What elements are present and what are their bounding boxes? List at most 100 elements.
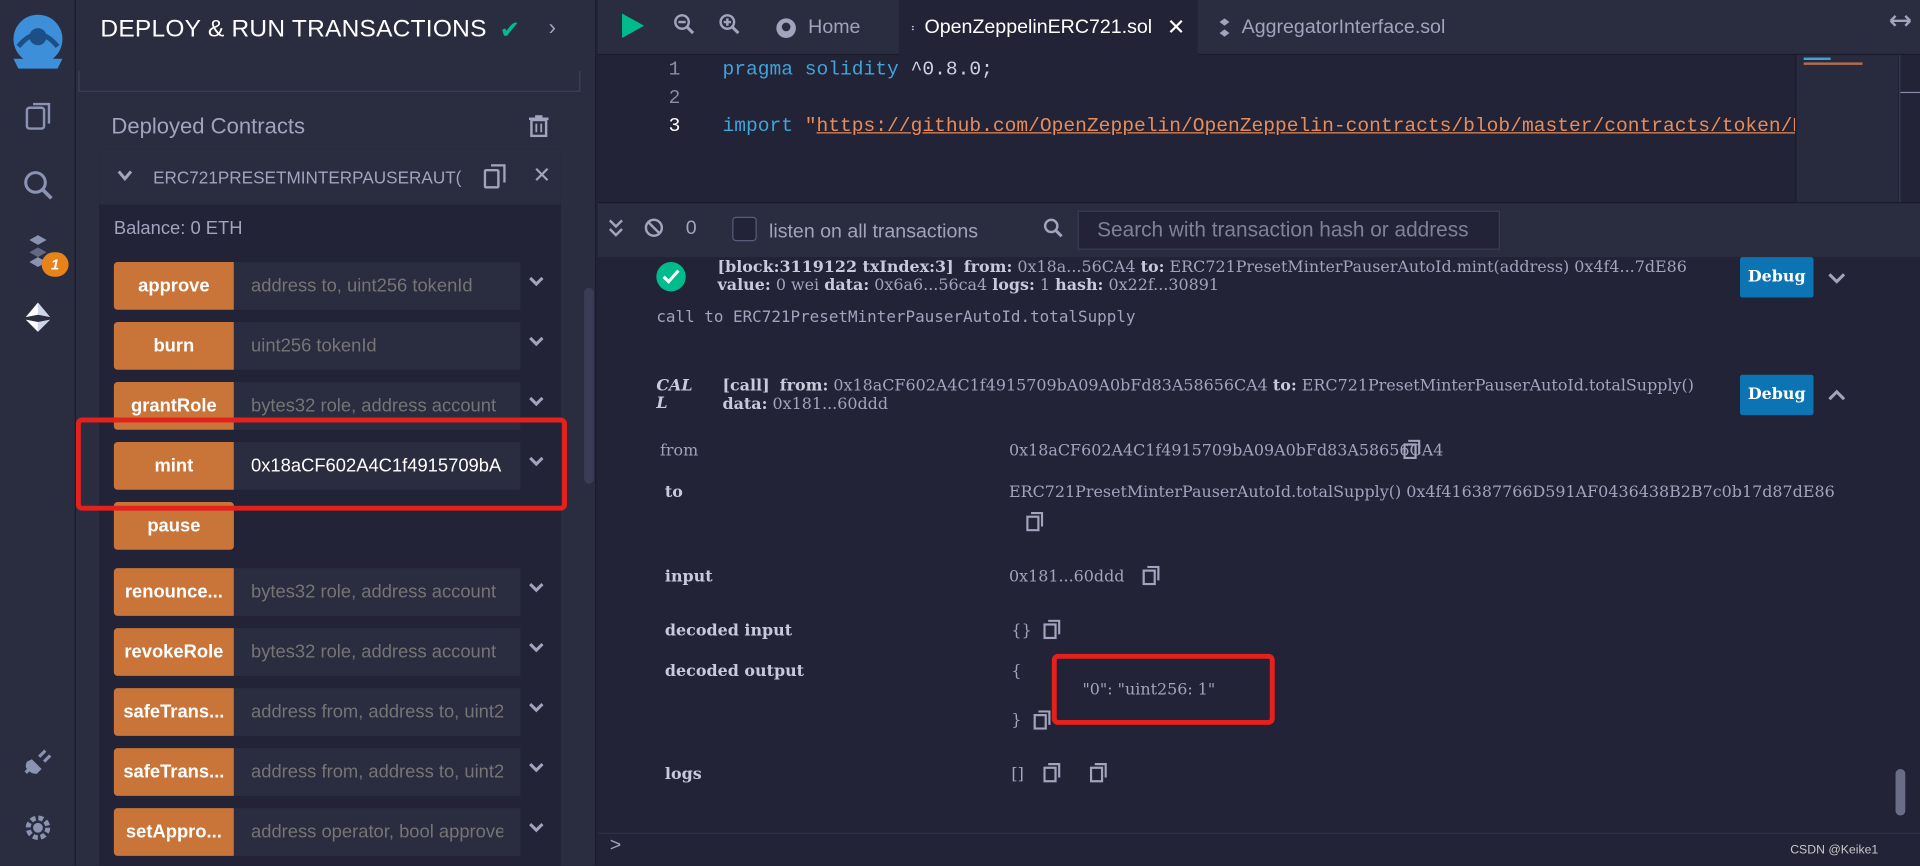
function-button[interactable]: safeTrans... bbox=[113, 688, 234, 736]
close-icon[interactable]: ✕ bbox=[533, 163, 551, 189]
function-button[interactable]: approve bbox=[113, 262, 234, 310]
clear-console-icon[interactable] bbox=[644, 218, 664, 244]
tab-aggregator-interface-label: AggregatorInterface.sol bbox=[1241, 16, 1446, 38]
debug-button-tx2[interactable]: Debug bbox=[1740, 374, 1814, 416]
remix-ide: 1 DEPLOY & RUN TRANSACTIONS ✔ › Deployed… bbox=[0, 0, 1920, 866]
call-note: call to ERC721PresetMinterPauserAutoId.t… bbox=[656, 308, 1136, 327]
tx2-details: data: 0x181...60ddd bbox=[722, 395, 889, 414]
compiler-warning-badge: 1 bbox=[41, 252, 69, 277]
function-args-input[interactable] bbox=[233, 688, 521, 736]
expand-args-chevron-icon[interactable] bbox=[528, 699, 545, 719]
function-row-5: renounce... bbox=[113, 568, 555, 616]
contract-name: ERC721PRESETMINTERPAUSERAUT( bbox=[153, 167, 462, 188]
copy-address-icon[interactable] bbox=[483, 164, 506, 195]
solidity-file-icon bbox=[911, 25, 915, 30]
function-button[interactable]: setAppro... bbox=[113, 808, 234, 856]
tx2-summary[interactable]: [call] from: 0x18aCF602A4C1f4915709bA09A… bbox=[722, 377, 1694, 395]
copy-icon[interactable] bbox=[1089, 762, 1107, 787]
chevron-down-icon[interactable] bbox=[1827, 267, 1847, 290]
trash-icon[interactable] bbox=[528, 115, 549, 143]
close-tab-icon[interactable]: ✕ bbox=[1167, 15, 1185, 41]
function-button[interactable]: burn bbox=[113, 322, 234, 370]
copy-icon[interactable] bbox=[1043, 762, 1061, 787]
editor-minimap[interactable] bbox=[1795, 55, 1898, 203]
file-explorer-icon[interactable] bbox=[17, 96, 59, 138]
expand-args-chevron-icon[interactable] bbox=[528, 759, 545, 779]
function-args-input[interactable] bbox=[233, 748, 521, 796]
copy-icon[interactable] bbox=[1033, 710, 1051, 734]
function-button[interactable]: revokeRole bbox=[113, 628, 234, 676]
import-url-link[interactable]: https://github.com/OpenZeppelin/OpenZepp… bbox=[817, 115, 1816, 137]
plugin-manager-icon[interactable] bbox=[17, 742, 59, 784]
panel-divider bbox=[78, 71, 581, 92]
expand-arrows-icon[interactable] bbox=[1888, 11, 1912, 37]
deploy-run-icon[interactable] bbox=[17, 296, 59, 338]
chevron-right-icon[interactable]: › bbox=[549, 15, 556, 41]
chevron-up-icon[interactable] bbox=[1827, 384, 1847, 407]
check-icon: ✔ bbox=[499, 17, 521, 45]
remix-logo-icon[interactable] bbox=[6, 10, 70, 74]
tab-home[interactable]: Home bbox=[762, 0, 873, 55]
terminal-scrollbar[interactable] bbox=[1895, 768, 1906, 816]
copy-icon[interactable] bbox=[1026, 511, 1044, 536]
collapse-terminal-icon[interactable] bbox=[607, 218, 624, 244]
copy-icon[interactable] bbox=[1043, 619, 1061, 644]
decoded-output-open: { bbox=[1011, 662, 1022, 681]
mint-row-highlight bbox=[75, 417, 567, 511]
pending-tx-count: 0 bbox=[685, 217, 697, 239]
tab-aggregator-interface[interactable]: AggregatorInterface.sol bbox=[1205, 0, 1458, 55]
function-button[interactable]: renounce... bbox=[113, 568, 234, 616]
decoded-output-highlight bbox=[1051, 653, 1275, 725]
function-args-input[interactable] bbox=[233, 322, 521, 370]
success-check-icon bbox=[656, 262, 686, 292]
detail-val-to: ERC721PresetMinterPauserAutoId.totalSupp… bbox=[1008, 483, 1835, 503]
panel-title: DEPLOY & RUN TRANSACTIONS bbox=[100, 15, 487, 43]
function-row-7: safeTrans... bbox=[113, 688, 555, 736]
code-text: ^0.8.0; bbox=[898, 58, 993, 81]
function-args-input[interactable] bbox=[233, 808, 521, 856]
icon-rail: 1 bbox=[0, 0, 76, 866]
call-tag-2: L bbox=[656, 394, 668, 413]
expand-args-chevron-icon[interactable] bbox=[528, 273, 545, 293]
zoom-out-icon[interactable] bbox=[673, 13, 695, 41]
debug-button-tx1[interactable]: Debug bbox=[1740, 257, 1814, 298]
copy-icon[interactable] bbox=[1142, 565, 1160, 590]
expand-args-chevron-icon[interactable] bbox=[528, 639, 545, 659]
contract-header[interactable]: ERC721PRESETMINTERPAUSERAUT( ✕ bbox=[99, 149, 561, 206]
function-row-6: revokeRole bbox=[113, 628, 555, 676]
search-icon[interactable] bbox=[17, 164, 59, 206]
home-icon bbox=[776, 17, 796, 38]
editor-scrollbar[interactable] bbox=[1899, 55, 1920, 203]
expand-args-chevron-icon[interactable] bbox=[528, 333, 545, 353]
panel-scrollbar[interactable] bbox=[584, 287, 594, 484]
tx-search-input[interactable]: Search with transaction hash or address bbox=[1077, 210, 1501, 250]
function-button[interactable]: safeTrans... bbox=[113, 748, 234, 796]
code-keyword: pragma solidity bbox=[722, 58, 899, 81]
chevron-down-icon[interactable] bbox=[116, 167, 133, 190]
code-quote: " bbox=[792, 115, 817, 138]
detail-key-logs: logs bbox=[664, 765, 702, 784]
editor-topbar: Home OpenZeppelinERC721.sol ✕ Aggregator… bbox=[597, 0, 1920, 56]
expand-args-chevron-icon[interactable] bbox=[528, 393, 545, 413]
detail-val-decoded-input: {} bbox=[1011, 622, 1032, 641]
function-args-input[interactable] bbox=[233, 628, 521, 676]
tab-openzeppelin-erc721[interactable]: OpenZeppelinERC721.sol ✕ bbox=[898, 0, 1198, 56]
tab-openzeppelin-erc721-label: OpenZeppelinERC721.sol bbox=[924, 16, 1153, 38]
detail-key-decoded-input: decoded input bbox=[664, 622, 793, 641]
function-args-input[interactable] bbox=[233, 262, 521, 310]
function-args-input[interactable] bbox=[233, 568, 521, 616]
expand-args-chevron-icon[interactable] bbox=[528, 579, 545, 599]
run-play-icon[interactable] bbox=[620, 11, 647, 47]
expand-args-chevron-icon[interactable] bbox=[528, 819, 545, 839]
listen-all-checkbox[interactable] bbox=[732, 216, 757, 242]
copy-icon[interactable] bbox=[1403, 439, 1421, 464]
detail-key-decoded-output: decoded output bbox=[664, 662, 805, 681]
zoom-in-icon[interactable] bbox=[719, 13, 741, 41]
settings-gear-icon[interactable] bbox=[17, 807, 59, 849]
balance-label: Balance: 0 ETH bbox=[113, 217, 243, 239]
code-editor[interactable]: 1 pragma solidity ^0.8.0; 2 3 import "ht… bbox=[597, 55, 1920, 203]
terminal-input[interactable]: > bbox=[597, 832, 1920, 866]
tx1-summary[interactable]: [block:3119122 txIndex:3] from: 0x18a...… bbox=[718, 258, 1687, 276]
solidity-file-icon bbox=[1219, 17, 1230, 37]
tab-home-label: Home bbox=[808, 16, 861, 38]
